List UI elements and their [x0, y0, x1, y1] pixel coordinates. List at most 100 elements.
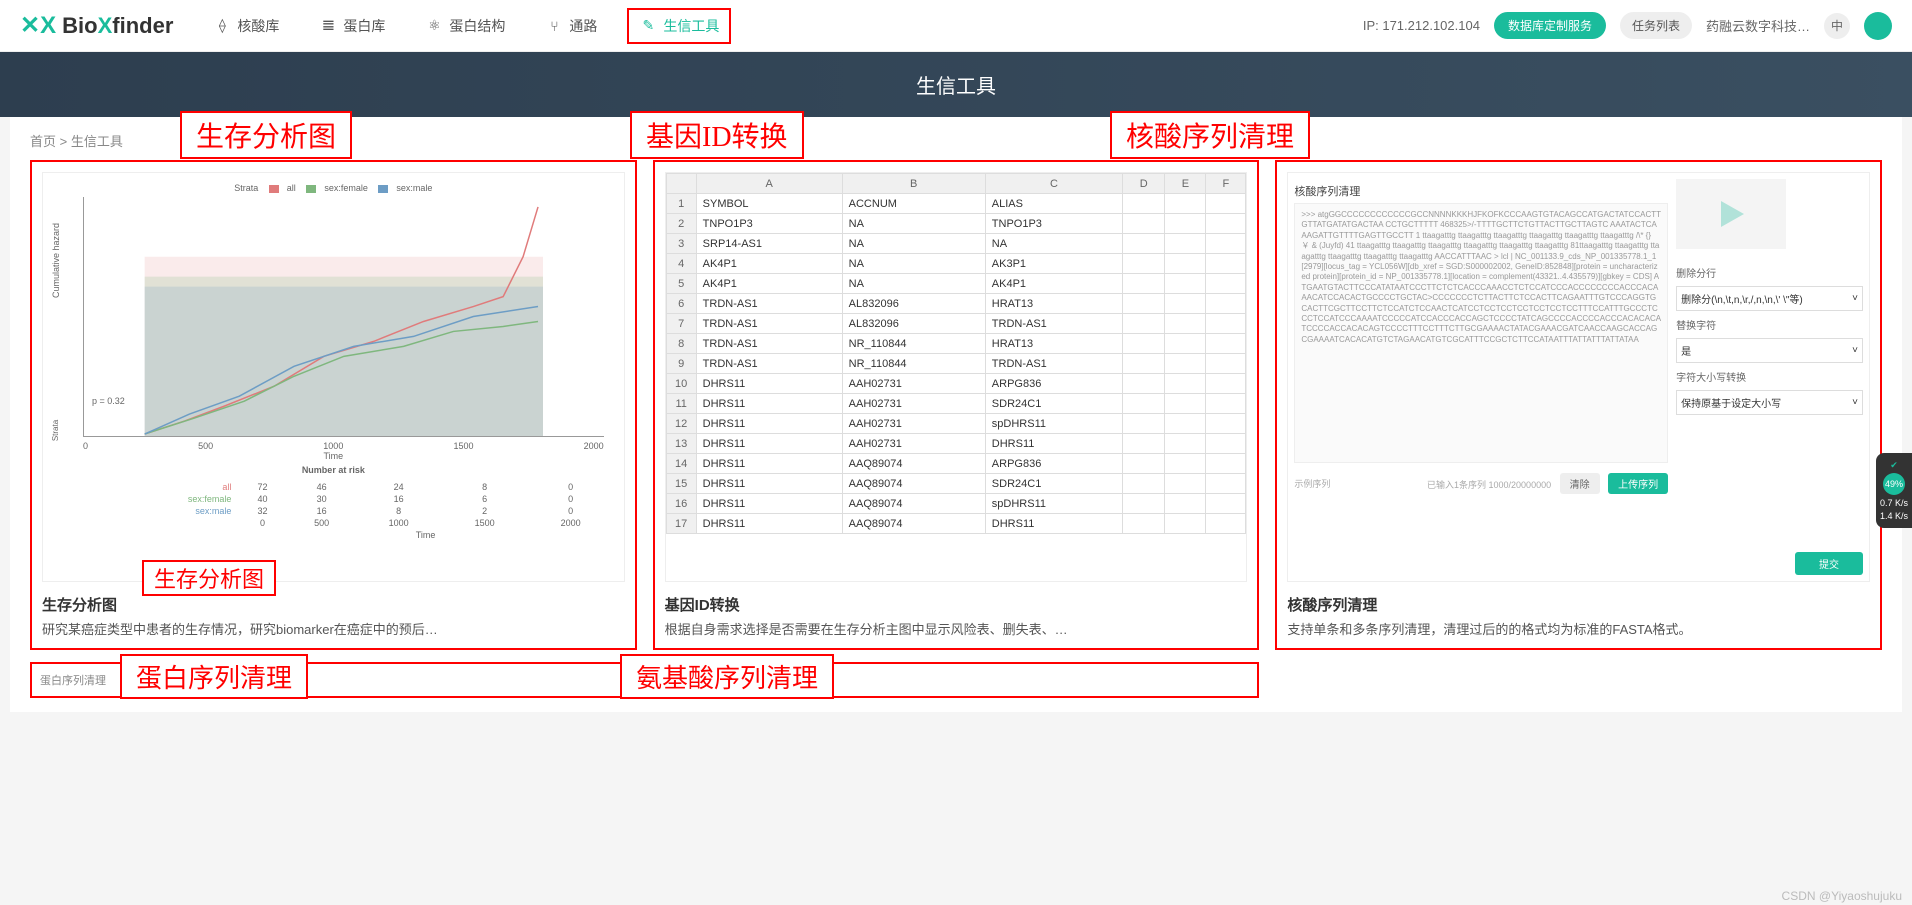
nav-label: 通路: [569, 16, 597, 36]
survival-svg: [84, 197, 604, 436]
nav-label: 蛋白库: [343, 16, 385, 36]
legend-swatch-female-icon: [306, 185, 316, 193]
geneid-thumb: ABCDEF1SYMBOLACCNUMALIAS2TNPO1P3NATNPO1P…: [665, 172, 1248, 582]
nav-label: 生信工具: [663, 16, 719, 36]
card-title: 生存分析图: [42, 594, 625, 615]
nav-pathway[interactable]: ⑂ 通路: [535, 10, 607, 42]
xtick: 500: [198, 441, 213, 451]
cards-row: Strata all sex:female sex:male Cumulativ…: [30, 160, 1882, 650]
select-value: 保持原基于设定大小写: [1681, 395, 1781, 410]
form-case-label: 字符大小写转换: [1676, 369, 1863, 384]
legend-item: sex:male: [396, 183, 432, 193]
chevron-down-icon: ˅: [1852, 345, 1858, 356]
preview-box[interactable]: [1676, 179, 1786, 249]
branch-icon: ⑂: [545, 17, 563, 35]
check-icon: ✔: [1880, 459, 1908, 472]
side-widget[interactable]: ✔ 49% 0.7 K/s 1.4 K/s: [1876, 453, 1912, 529]
breadcrumb-sep: >: [60, 134, 68, 149]
pct-badge: 49%: [1883, 473, 1905, 495]
y-axis-label: Cumulative hazard: [51, 223, 61, 298]
nav-structure[interactable]: ⚛蛋白结构: [415, 10, 515, 42]
logo-text-2: X: [98, 13, 113, 39]
xtick: 1500: [453, 441, 473, 451]
download-speed: 1.4 K/s: [1880, 510, 1908, 523]
legend-item: all: [287, 183, 296, 193]
x-ticks: 0 500 1000 1500 2000: [83, 441, 604, 451]
main-nav: ⟠ 核酸库 𝌆 蛋白库 ⚛蛋白结构 ⑂ 通路 ✎ 生信工具: [203, 8, 731, 44]
bottom-row: 蛋白序列清理 氨基酸序列清理 蛋白序列清理 氨基酸序列清理: [30, 662, 1882, 698]
spreadsheet: ABCDEF1SYMBOLACCNUMALIAS2TNPO1P3NATNPO1P…: [666, 173, 1247, 534]
logo-text-3: finder: [112, 13, 173, 39]
play-icon: [1716, 199, 1746, 229]
inline-annotation-survival: 生存分析图: [142, 560, 276, 596]
dna-icon: ⟠: [213, 17, 231, 35]
legend-swatch-all-icon: [269, 185, 279, 193]
annotation-nucseq: 核酸序列清理: [1110, 111, 1310, 159]
custom-service-button[interactable]: 数据库定制服务: [1494, 12, 1606, 39]
seq-textarea[interactable]: >>> atgGGCCCCCCCCCCCCGCCNNNNKKKHJFKOFKCC…: [1294, 203, 1668, 463]
nav-label: 核酸库: [237, 16, 279, 36]
logo[interactable]: ✕X BioXfinder: [20, 11, 173, 40]
breadcrumb-home[interactable]: 首页: [30, 134, 56, 149]
chart-legend: Strata all sex:female sex:male: [53, 183, 614, 193]
tools-icon: ✎: [639, 17, 657, 35]
form-replace-label: 替换字符: [1676, 317, 1863, 332]
form-replace-select[interactable]: 是˅: [1676, 338, 1863, 363]
form-sep-label: 删除分行: [1676, 265, 1863, 280]
p-value: p = 0.32: [92, 396, 125, 406]
seq-footer: 示例序列 已输入1条序列 1000/20000000 清除 上传序列: [1294, 473, 1668, 494]
legend-item: sex:female: [324, 183, 368, 193]
card-mini-title: 蛋白序列清理: [40, 675, 106, 687]
xtick: 2000: [584, 441, 604, 451]
breadcrumb-current: 生信工具: [71, 134, 123, 149]
nav-label: 蛋白结构: [449, 16, 505, 36]
avatar[interactable]: [1864, 12, 1892, 40]
card-title: 基因ID转换: [665, 594, 1248, 615]
nav-protein[interactable]: 𝌆 蛋白库: [309, 10, 395, 42]
banner-title: 生信工具: [916, 76, 996, 98]
risk-title: Number at risk: [53, 465, 614, 475]
example-link[interactable]: 示例序列: [1294, 477, 1330, 490]
upload-button[interactable]: 上传序列: [1608, 473, 1668, 494]
page-banner: 生信工具: [0, 52, 1912, 117]
card-desc: 根据自身需求选择是否需要在生存分析主图中显示风险表、删失表、…: [665, 619, 1248, 638]
card-desc: 研究某癌症类型中患者的生存情况，研究biomarker在癌症中的预后…: [42, 619, 625, 638]
x-axis-label: Time: [53, 451, 614, 461]
logo-mark-icon: ✕X: [20, 11, 56, 40]
submit-button[interactable]: 提交: [1795, 552, 1863, 575]
header-bar: ✕X BioXfinder ⟠核酸库 𝌆蛋白库 ⚛蛋白结构 ⑂通路 ✎生信工具 …: [0, 0, 1912, 52]
seq-left: 核酸序列清理 >>> atgGGCCCCCCCCCCCCGCCNNNNKKKHJ…: [1294, 179, 1668, 575]
seq-panel: 核酸序列清理 >>> atgGGCCCCCCCCCCCCGCCNNNNKKKHJ…: [1288, 173, 1869, 581]
survival-chart-thumb: Strata all sex:female sex:male Cumulativ…: [42, 172, 625, 582]
task-list-button[interactable]: 任务列表: [1620, 12, 1692, 39]
card-nucseq[interactable]: 核酸序列清理 >>> atgGGCCCCCCCCCCCCGCCNNNNKKKHJ…: [1275, 160, 1882, 650]
nucseq-thumb: 核酸序列清理 >>> atgGGCCCCCCCCCCCCGCCNNNNKKKHJ…: [1287, 172, 1870, 582]
strata-axis: Strata: [51, 420, 60, 441]
watermark: CSDN @Yiyaoshujuku: [1782, 889, 1902, 903]
form-sep-select[interactable]: 删除分(\n,\t,n,\r,/,n,\n,\' \"等) ˅: [1676, 286, 1863, 311]
ip-label: IP: 171.212.102.104: [1363, 18, 1480, 33]
nav-nucleic[interactable]: ⟠ 核酸库: [203, 10, 289, 42]
card-desc: 支持单条和多条序列清理，清理过后的的格式均为标准的FASTA格式。: [1287, 619, 1870, 638]
clear-button[interactable]: 清除: [1560, 473, 1600, 494]
company-link[interactable]: 药融云数字科技…: [1706, 16, 1810, 35]
xtick: 1000: [323, 441, 343, 451]
xtick: 0: [83, 441, 88, 451]
card-survival[interactable]: Strata all sex:female sex:male Cumulativ…: [30, 160, 637, 650]
form-case-select[interactable]: 保持原基于设定大小写˅: [1676, 390, 1863, 415]
select-value: 删除分(\n,\t,n,\r,/,n,\n,\' \"等): [1681, 291, 1803, 306]
plot-area: Cumulative hazard p = 0.32: [83, 197, 604, 437]
chevron-down-icon: ˅: [1852, 293, 1858, 304]
select-value: 是: [1681, 343, 1691, 358]
seq-count: 已输入1条序列 1000/20000000: [1427, 480, 1551, 490]
annotation-aaseq: 氨基酸序列清理: [620, 654, 834, 699]
nav-biotools[interactable]: ✎ 生信工具: [627, 8, 731, 44]
legend-swatch-male-icon: [378, 185, 388, 193]
barcode-icon: 𝌆: [319, 17, 337, 35]
main-container: 首页 > 生信工具 生存分析图 基因ID转换 核酸序列清理 Strata all…: [10, 117, 1902, 712]
seq-panel-title: 核酸序列清理: [1294, 179, 1668, 203]
card-geneid[interactable]: ABCDEF1SYMBOLACCNUMALIAS2TNPO1P3NATNPO1P…: [653, 160, 1260, 650]
header-right: IP: 171.212.102.104 数据库定制服务 任务列表 药融云数字科技…: [1363, 12, 1892, 40]
upload-speed: 0.7 K/s: [1880, 497, 1908, 510]
language-toggle[interactable]: 中: [1824, 13, 1850, 39]
